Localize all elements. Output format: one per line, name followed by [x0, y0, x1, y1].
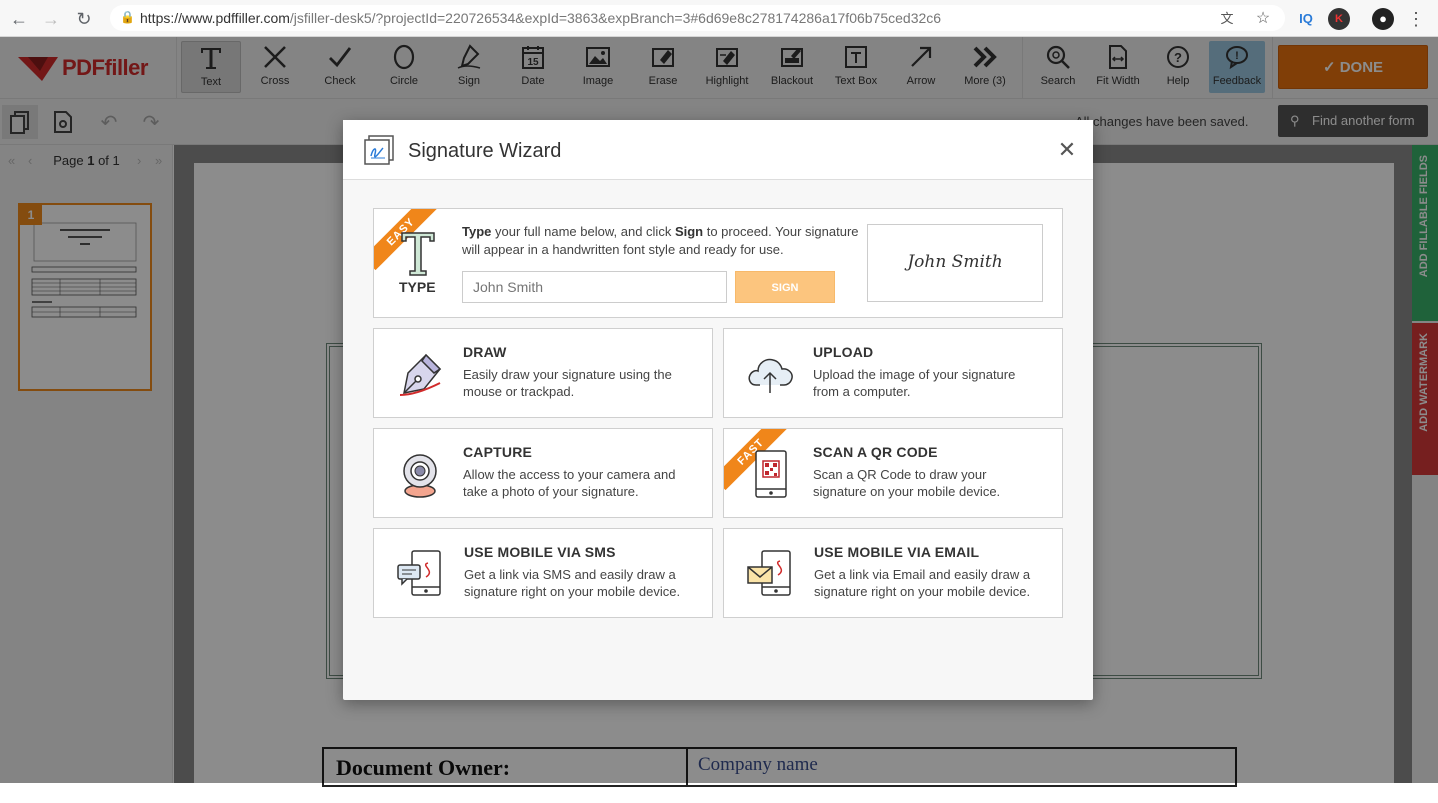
back-icon[interactable]: ←: [8, 8, 30, 30]
browser-menu-icon[interactable]: ⋮: [1405, 8, 1427, 30]
scan-qr-option-card[interactable]: FAST SCAN A QR CODE Scan a QR Code to dr…: [723, 428, 1063, 518]
capture-description: Allow the access to your camera and take…: [463, 467, 676, 499]
scan-qr-description: Scan a QR Code to draw your signature on…: [813, 467, 1001, 499]
star-icon[interactable]: ☆: [1252, 8, 1274, 30]
mobile-email-title: USE MOBILE VIA EMAIL: [814, 544, 980, 560]
browser-toolbar: ← → ↻ 🔒 https://www.pdffiller.com/jsfill…: [0, 0, 1438, 37]
capture-title: CAPTURE: [463, 444, 533, 460]
upload-description: Upload the image of your signature from …: [813, 367, 1016, 399]
type-signature-card: EASY TYPE Type your full name below, and…: [373, 208, 1063, 318]
mobile-email-option-card[interactable]: USE MOBILE VIA EMAIL Get a link via Emai…: [723, 528, 1063, 618]
draw-option-card[interactable]: DRAW Easily draw your signature using th…: [373, 328, 713, 418]
qr-phone-icon: [755, 450, 787, 498]
sign-button[interactable]: SIGN: [735, 271, 835, 303]
translate-icon[interactable]: 文: [1216, 8, 1238, 30]
email-phone-icon: [747, 550, 791, 596]
upload-title: UPLOAD: [813, 344, 874, 360]
signature-wizard-dialog: Signature Wizard ✕ EASY TYPE Type your f…: [343, 120, 1093, 700]
mobile-sms-option-card[interactable]: USE MOBILE VIA SMS Get a link via SMS an…: [373, 528, 713, 618]
forward-icon[interactable]: →: [40, 8, 62, 30]
type-description: Type your full name below, and click Sig…: [462, 224, 859, 257]
close-icon[interactable]: ✕: [1057, 138, 1077, 162]
k-extension-icon[interactable]: K: [1328, 8, 1350, 30]
cloud-upload-icon: [748, 358, 793, 393]
lock-icon: 🔒: [120, 10, 135, 24]
full-name-input[interactable]: [462, 271, 727, 303]
mobile-email-description: Get a link via Email and easily draw a s…: [814, 567, 1031, 599]
draw-description: Easily draw your signature using the mou…: [463, 367, 672, 399]
address-bar[interactable]: 🔒 https://www.pdffiller.com/jsfiller-des…: [110, 5, 1285, 31]
draw-title: DRAW: [463, 344, 507, 360]
webcam-icon: [403, 454, 437, 498]
profile-avatar[interactable]: ●: [1372, 8, 1394, 30]
upload-option-card[interactable]: UPLOAD Upload the image of your signatur…: [723, 328, 1063, 418]
type-t-icon: [401, 232, 435, 276]
capture-option-card[interactable]: CAPTURE Allow the access to your camera …: [373, 428, 713, 518]
dialog-header: Signature Wizard ✕: [343, 120, 1093, 180]
reload-icon[interactable]: ↻: [73, 8, 95, 30]
url-text: https://www.pdffiller.com/jsfiller-desk5…: [140, 10, 942, 26]
sms-phone-icon: [397, 550, 441, 596]
dialog-title: Signature Wizard: [408, 140, 562, 162]
signature-preview: John Smith: [867, 224, 1043, 302]
mobile-sms-description: Get a link via SMS and easily draw a sig…: [464, 567, 681, 599]
type-label: TYPE: [399, 279, 436, 295]
scan-qr-title: SCAN A QR CODE: [813, 444, 938, 460]
signature-wizard-icon: [364, 135, 394, 165]
pen-nib-icon: [399, 353, 442, 396]
iq-extension-icon[interactable]: IQ: [1295, 8, 1317, 30]
mobile-sms-title: USE MOBILE VIA SMS: [464, 544, 616, 560]
